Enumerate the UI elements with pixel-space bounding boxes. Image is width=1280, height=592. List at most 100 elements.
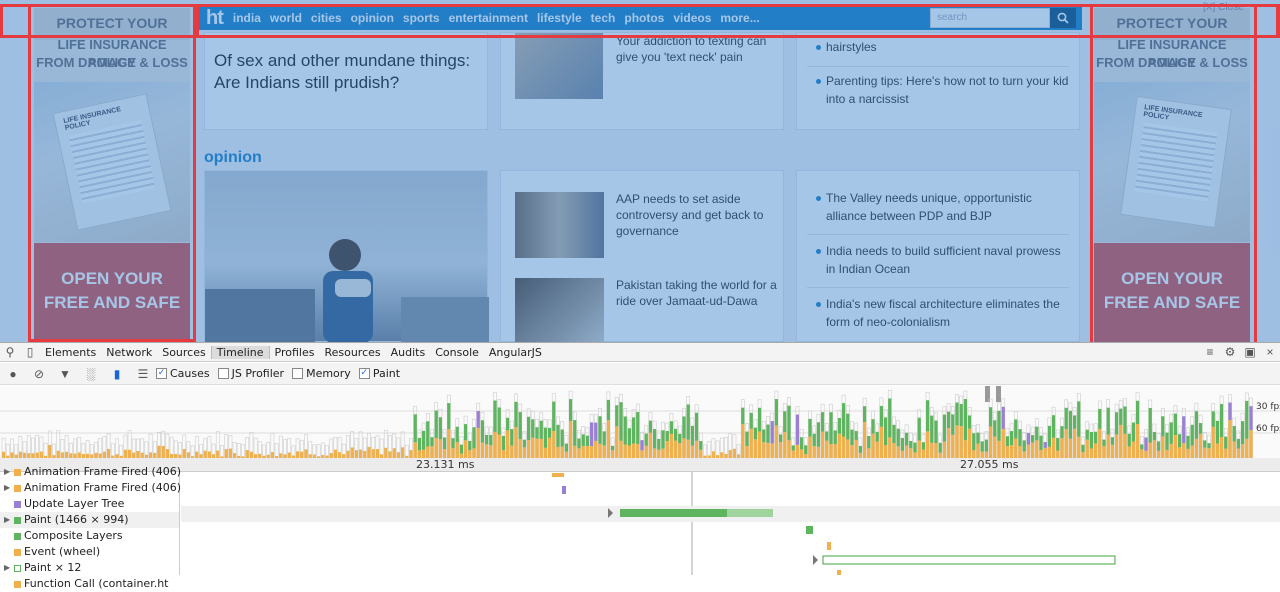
frame-bar-painting[interactable] — [938, 442, 942, 453]
frame-bar-painting[interactable] — [812, 433, 816, 447]
frame-bar-scripting[interactable] — [606, 420, 610, 458]
frame-bar-scripting[interactable] — [1085, 439, 1089, 458]
frame-bar-scripting[interactable] — [1115, 434, 1119, 458]
frame-bar-painting[interactable] — [1102, 439, 1106, 447]
frame-bar-scripting[interactable] — [829, 443, 833, 458]
frame-bar-painting[interactable] — [573, 420, 577, 446]
frame-bar-scripting[interactable] — [1110, 444, 1114, 458]
frame-bar-scripting[interactable] — [976, 443, 980, 458]
frame-bar-painting[interactable] — [1215, 420, 1219, 444]
frame-bar-scripting[interactable] — [371, 449, 375, 458]
frame-bar-painting[interactable] — [833, 430, 837, 445]
record-row[interactable]: Update Layer Tree — [0, 496, 179, 512]
frame-bar-scripting[interactable] — [905, 445, 909, 458]
frame-bar-scripting[interactable] — [968, 428, 972, 458]
frame-bar-painting[interactable] — [1131, 422, 1135, 442]
frame-bar-painting[interactable] — [590, 422, 594, 446]
frame-bar-scripting[interactable] — [1119, 424, 1123, 458]
frame-bar-painting[interactable] — [1010, 431, 1014, 446]
frame-bar-scripting[interactable] — [1018, 445, 1022, 458]
frame-bar-scripting[interactable] — [1169, 443, 1173, 458]
frame-bar-painting[interactable] — [942, 414, 946, 442]
frame-bar-painting[interactable] — [947, 411, 951, 429]
frame-bar-painting[interactable] — [1190, 424, 1194, 446]
frame-bar-scripting[interactable] — [800, 449, 804, 458]
frame-bar-scripting[interactable] — [468, 450, 472, 458]
frame-bar-painting[interactable] — [1140, 444, 1144, 450]
frame-bar-scripting[interactable] — [1215, 443, 1219, 458]
frame-bar-scripting[interactable] — [854, 439, 858, 458]
frame-bar-painting[interactable] — [741, 407, 745, 425]
frame-bar-scripting[interactable] — [123, 449, 127, 458]
event-bar[interactable] — [822, 555, 1116, 565]
record-icon[interactable]: ● — [0, 367, 26, 381]
frame-bar-scripting[interactable] — [464, 440, 468, 458]
device-mode-icon[interactable]: ▯ — [20, 345, 40, 359]
frame-bar-scripting[interactable] — [1056, 450, 1060, 458]
nav-item-world[interactable]: world — [270, 11, 302, 25]
frame-bar-painting[interactable] — [804, 445, 808, 455]
frame-bar-painting[interactable] — [1081, 444, 1085, 453]
frame-bar-painting[interactable] — [531, 419, 535, 438]
frame-bar-scripting[interactable] — [590, 445, 594, 458]
frame-bar-painting[interactable] — [594, 422, 598, 441]
frame-bar-painting[interactable] — [1136, 400, 1140, 425]
frame-bar-painting[interactable] — [489, 434, 493, 446]
nav-item-india[interactable]: india — [233, 11, 261, 25]
story-headline[interactable]: Your addiction to texting can give you '… — [616, 33, 781, 65]
event-bar[interactable] — [806, 526, 813, 534]
frame-bar-painting[interactable] — [1035, 426, 1039, 441]
left-ad-banner[interactable]: PROTECT YOUR LIFE INSURANCE POLICY FROM … — [34, 8, 190, 342]
frame-bar-scripting[interactable] — [1052, 437, 1056, 458]
frame-bar-painting[interactable] — [1098, 408, 1102, 429]
frame-bar-scripting[interactable] — [1194, 438, 1198, 458]
frame-bar-scripting[interactable] — [1039, 449, 1043, 458]
frame-bar-painting[interactable] — [909, 440, 913, 449]
frame-bar-painting[interactable] — [653, 429, 657, 449]
frame-bar-painting[interactable] — [585, 435, 589, 447]
frame-bar-painting[interactable] — [825, 431, 829, 441]
frame-bar-painting[interactable] — [829, 412, 833, 444]
frame-bar-painting[interactable] — [598, 416, 602, 444]
frame-bar-scripting[interactable] — [1001, 428, 1005, 458]
frame-bar-scripting[interactable] — [648, 432, 652, 458]
frame-bar-painting[interactable] — [1199, 423, 1203, 434]
console-drawer-icon[interactable]: ≡ — [1200, 345, 1220, 359]
frame-bar-scripting[interactable] — [774, 425, 778, 458]
frame-bar-scripting[interactable] — [422, 449, 426, 458]
frame-bar-scripting[interactable] — [892, 443, 896, 458]
frame-bar-scripting[interactable] — [972, 450, 976, 458]
frame-bar-scripting[interactable] — [758, 431, 762, 458]
frame-bar-scripting[interactable] — [451, 448, 455, 458]
search-button[interactable] — [1050, 8, 1076, 28]
story-card-top-mid[interactable]: Your addiction to texting can give you '… — [500, 32, 784, 130]
frame-bar-scripting[interactable] — [506, 430, 510, 458]
frame-bar-scripting[interactable] — [728, 450, 732, 458]
frame-bar-scripting[interactable] — [56, 450, 60, 458]
frame-bar-scripting[interactable] — [447, 429, 451, 458]
frame-bar-scripting[interactable] — [581, 445, 585, 458]
frame-bar-painting[interactable] — [791, 445, 795, 451]
nav-item-sports[interactable]: sports — [403, 11, 440, 25]
frame-bar-painting[interactable] — [657, 438, 661, 450]
nav-item-lifestyle[interactable]: lifestyle — [537, 11, 582, 25]
frame-bar-painting[interactable] — [468, 440, 472, 451]
frame-bar-scripting[interactable] — [296, 451, 300, 458]
frame-bar-painting[interactable] — [762, 429, 766, 443]
frame-bar-scripting[interactable] — [850, 445, 854, 458]
frame-bar-painting[interactable] — [1152, 431, 1156, 441]
frame-bar-painting[interactable] — [997, 410, 1001, 441]
frame-bar-painting[interactable] — [951, 414, 955, 435]
frame-bar-scripting[interactable] — [1035, 440, 1039, 458]
frame-bar-scripting[interactable] — [165, 449, 169, 458]
frame-bar-painting[interactable] — [506, 417, 510, 431]
frame-bar-painting[interactable] — [443, 437, 447, 450]
frame-bar-scripting[interactable] — [842, 436, 846, 458]
nav-item-photos[interactable]: photos — [624, 11, 664, 25]
frame-bar-scripting[interactable] — [749, 428, 753, 458]
frame-bar-scripting[interactable] — [867, 448, 871, 458]
frame-bar-scripting[interactable] — [489, 445, 493, 458]
frame-bar-scripting[interactable] — [1005, 446, 1009, 458]
frame-bar-painting[interactable] — [1211, 411, 1215, 427]
frame-bar-scripting[interactable] — [993, 436, 997, 458]
